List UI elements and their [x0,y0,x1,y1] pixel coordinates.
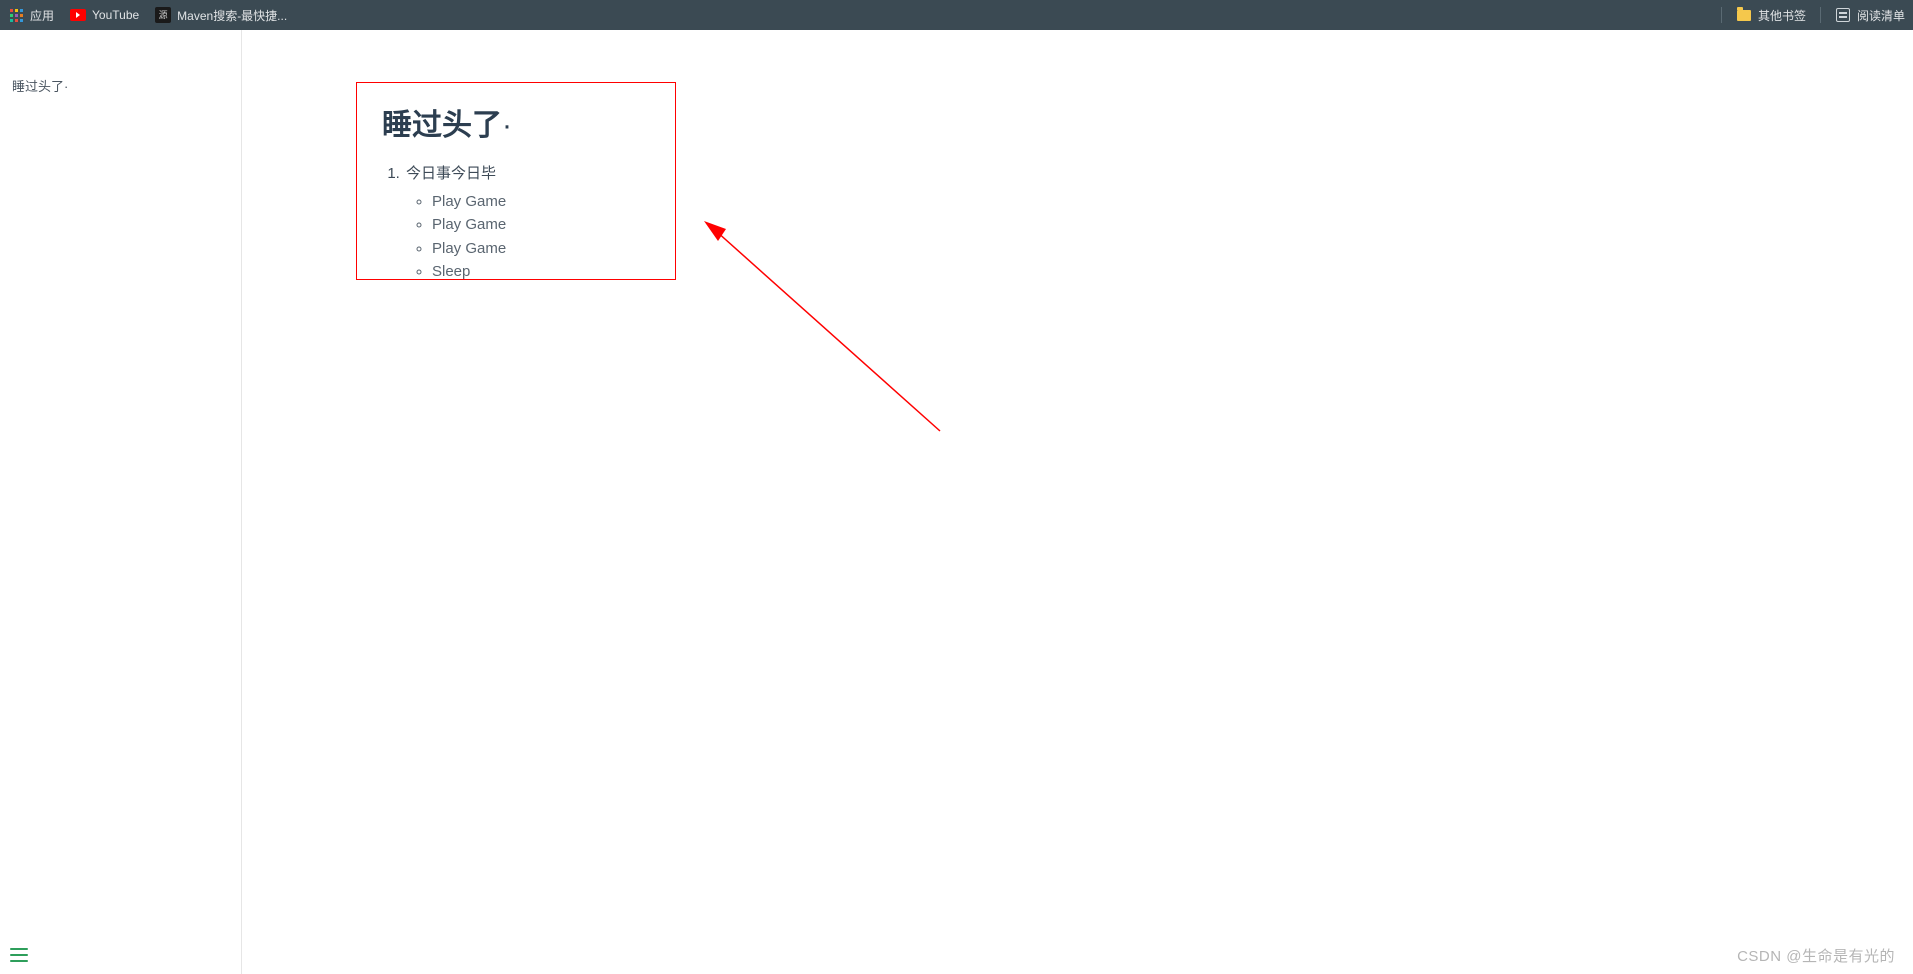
bookmark-label: YouTube [92,8,139,22]
apps-icon [8,7,24,23]
list-item: Play Game [432,237,512,260]
reading-list-icon [1835,7,1851,23]
bookmark-youtube[interactable]: YouTube [70,7,139,23]
reading-list-button[interactable]: 阅读清单 [1835,7,1905,24]
watermark: CSDN @生命是有光的 [1737,945,1895,966]
ordered-list: 今日事今日毕 Play Game Play Game Play Game Sle… [382,162,512,283]
bookmarks-left: 应用 YouTube 源 Maven搜索-最快捷... [8,7,287,24]
separator [1820,7,1821,23]
sub-list: Play Game Play Game Play Game Sleep [406,190,512,283]
separator [1721,7,1722,23]
youtube-icon [70,7,86,23]
content-area: 睡过头了· 今日事今日毕 Play Game Play Game Play Ga… [242,30,1913,974]
bookmark-label: Maven搜索-最快捷... [177,7,287,24]
outline-item[interactable]: 睡过头了· [0,76,241,95]
other-bookmarks-label: 其他书签 [1758,7,1806,24]
other-bookmarks-button[interactable]: 其他书签 [1736,7,1806,24]
hamburger-icon[interactable] [10,948,28,962]
folder-icon [1736,7,1752,23]
apps-button[interactable]: 应用 [8,7,54,24]
bookmark-maven[interactable]: 源 Maven搜索-最快捷... [155,7,287,24]
apps-label: 应用 [30,7,54,24]
outline-sidebar: 睡过头了· [0,30,242,974]
page-body: 睡过头了· 睡过头了· 今日事今日毕 Play Game Play Game P… [0,30,1913,974]
title-text: 睡过头了 [382,109,502,142]
maven-icon: 源 [155,7,171,23]
annotation-arrow [674,206,994,476]
list-item: Sleep [432,260,512,283]
list-item: Play Game [432,213,512,236]
list-item: 今日事今日毕 Play Game Play Game Play Game Sle… [404,162,512,283]
bookmarks-right: 其他书签 阅读清单 [1721,7,1905,24]
bookmarks-bar: 应用 YouTube 源 Maven搜索-最快捷... 其他书签 阅读清单 [0,0,1913,30]
list-item-label: 今日事今日毕 [406,165,496,182]
page-title: 睡过头了· [382,100,512,144]
document: 睡过头了· 今日事今日毕 Play Game Play Game Play Ga… [382,100,512,283]
list-item: Play Game [432,190,512,213]
title-suffix: · [502,109,512,142]
reading-list-label: 阅读清单 [1857,7,1905,24]
